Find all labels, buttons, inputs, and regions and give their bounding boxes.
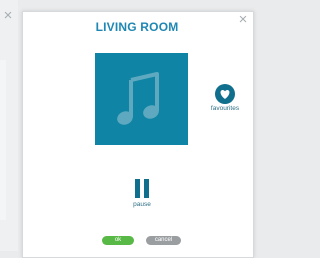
background-panel-edge xyxy=(0,60,6,220)
favourites-button[interactable]: favourites xyxy=(208,84,242,120)
background-panel xyxy=(0,0,18,251)
pause-label: pause xyxy=(133,201,151,208)
pause-bar-right xyxy=(144,179,149,198)
background-close-icon[interactable]: × xyxy=(2,8,14,23)
ok-button[interactable]: ok xyxy=(102,236,134,245)
album-art xyxy=(95,53,188,145)
favourites-label: favourites xyxy=(210,105,240,112)
favourites-circle xyxy=(215,84,235,104)
pause-button[interactable]: pause xyxy=(128,177,156,211)
music-note-icon xyxy=(117,72,159,125)
heart-icon xyxy=(220,90,230,99)
pause-bar-left xyxy=(135,179,140,198)
dialog-title: LIVING ROOM xyxy=(95,20,179,34)
cancel-button[interactable]: cancel xyxy=(146,236,181,245)
